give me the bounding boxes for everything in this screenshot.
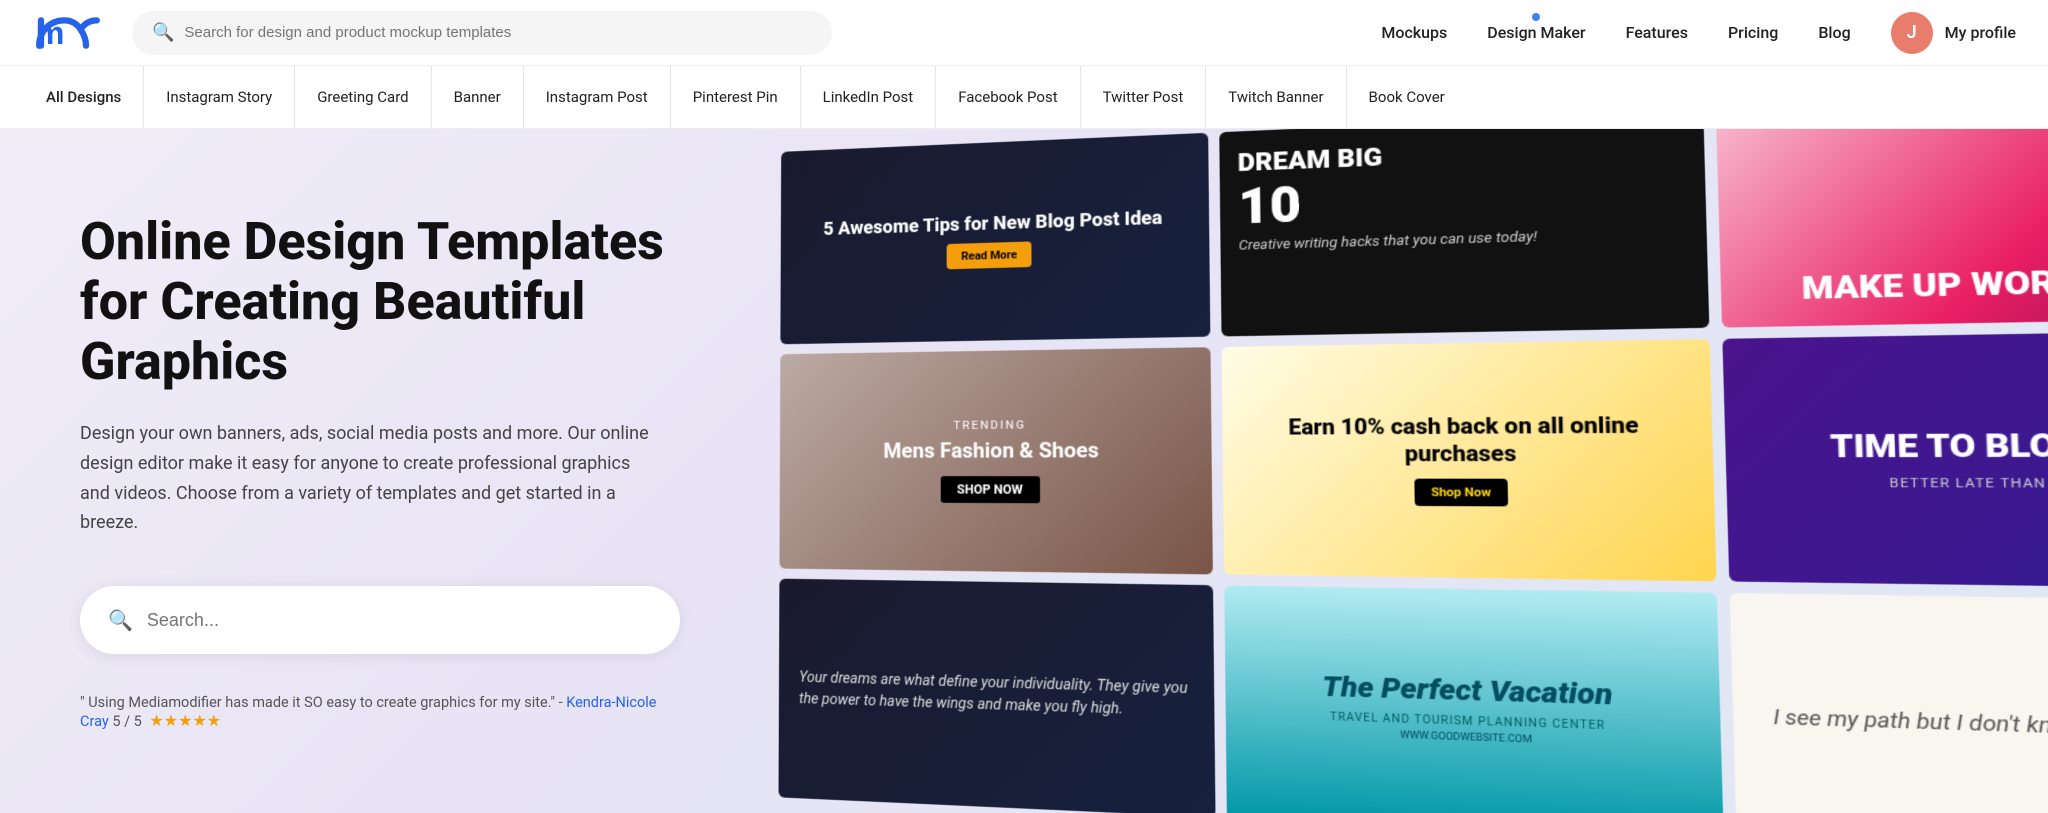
card-cashback-text: Earn 10% cash back on all online purchas… [1241,412,1693,469]
card-path-text: I see my path but I don't know where it … [1773,703,2048,748]
card-blossom: TIME TO BLOSSOM BETTER LATE THAN NEVER [1722,329,2048,589]
card-quote-text: Your dreams are what define your individ… [799,667,1192,723]
top-search-bar[interactable]: 🔍 [132,11,832,55]
cards-collage: 5 Awesome Tips for New Blog Post Idea Re… [760,129,2048,813]
card-cashback-btn: Shop Now [1414,479,1508,507]
testimonial: " Using Mediamodifier has made it SO eas… [80,694,680,730]
hero-search-bar[interactable]: 🔍 [80,586,680,654]
profile-section[interactable]: J My profile [1891,12,2016,54]
cat-book-cover[interactable]: Book Cover [1347,66,1467,128]
cat-instagram-post[interactable]: Instagram Post [524,66,671,128]
cat-greeting-card[interactable]: Greeting Card [295,66,431,128]
hero-collage: 5 Awesome Tips for New Blog Post Idea Re… [760,129,2048,813]
nav-mockups[interactable]: Mockups [1381,23,1447,42]
card-path: I see my path but I don't know where it … [1729,593,2048,813]
card-blog-tips-btn: Read More [947,242,1032,270]
card-vacation-title: The Perfect Vacation [1322,670,1613,713]
cat-all-designs[interactable]: All Designs [24,66,144,128]
card-dream-big: DREAM BIG 10 Creative writing hacks that… [1220,129,1709,336]
card-fashion-btn: SHOP NOW [940,476,1039,503]
card-vacation: The Perfect Vacation TRAVEL AND TOURISM … [1225,586,1724,813]
profile-label: My profile [1945,23,2016,42]
card-blog-tips-title: 5 Awesome Tips for New Blog Post Idea [823,208,1162,241]
cat-twitter-post[interactable]: Twitter Post [1081,66,1207,128]
svg-text:m: m [36,14,65,50]
nav-features[interactable]: Features [1626,23,1688,42]
testimonial-rating: 5 / 5 [112,713,141,730]
card-cashback: Earn 10% cash back on all online purchas… [1222,339,1716,582]
hero-content: Online Design Templates for Creating Bea… [0,129,760,813]
card-blossom-title: TIME TO BLOSSOM [1830,427,2048,466]
testimonial-quote: " Using Mediamodifier has made it SO eas… [80,694,563,711]
card-fashion: TRENDING Mens Fashion & Shoes SHOP NOW [779,347,1213,575]
hero-subtitle: Design your own banners, ads, social med… [80,419,660,538]
nav-links: Mockups Design Maker Features Pricing Bl… [1381,23,1850,42]
testimonial-stars: ★★★★★ [149,711,221,730]
top-navigation: m 🔍 Mockups Design Maker Features Pricin… [0,0,2048,66]
card-blog-tips: 5 Awesome Tips for New Blog Post Idea Re… [780,133,1210,344]
category-navigation: All Designs Instagram Story Greeting Car… [0,66,2048,129]
nav-design-maker[interactable]: Design Maker [1487,23,1585,42]
search-icon: 🔍 [152,22,174,43]
hero-search-icon: 🔍 [108,608,133,632]
card-blossom-tagline: BETTER LATE THAN NEVER [1889,475,2048,491]
cat-pinterest-pin[interactable]: Pinterest Pin [671,66,801,128]
top-search-input[interactable] [184,24,812,41]
card-makeup: MAKE UP WORKSHOP [1715,129,2048,327]
new-badge-dot [1532,13,1540,21]
card-fashion-label: TRENDING [953,418,1026,432]
card-fashion-title: Mens Fashion & Shoes [883,438,1099,464]
cat-facebook-post[interactable]: Facebook Post [936,66,1080,128]
hero-section: Online Design Templates for Creating Bea… [0,129,2048,813]
avatar: J [1891,12,1933,54]
hero-search-input[interactable] [147,610,652,631]
card-vacation-sub: TRAVEL AND TOURISM PLANNING CENTER [1330,711,1606,732]
card-quote: Your dreams are what define your individ… [778,579,1215,813]
nav-blog[interactable]: Blog [1818,23,1850,42]
cards-grid: 5 Awesome Tips for New Blog Post Idea Re… [760,129,2048,813]
cat-linkedin-post[interactable]: LinkedIn Post [801,66,937,128]
card-makeup-text: MAKE UP WORKSHOP [1801,260,2048,307]
logo[interactable]: m [32,13,104,53]
cat-twitch-banner[interactable]: Twitch Banner [1206,66,1346,128]
hero-title: Online Design Templates for Creating Bea… [80,212,680,391]
card-vacation-url: WWW.GOODWEBSITE.COM [1400,730,1532,746]
nav-pricing[interactable]: Pricing [1728,23,1778,42]
cat-instagram-story[interactable]: Instagram Story [144,66,295,128]
cat-banner[interactable]: Banner [432,66,524,128]
